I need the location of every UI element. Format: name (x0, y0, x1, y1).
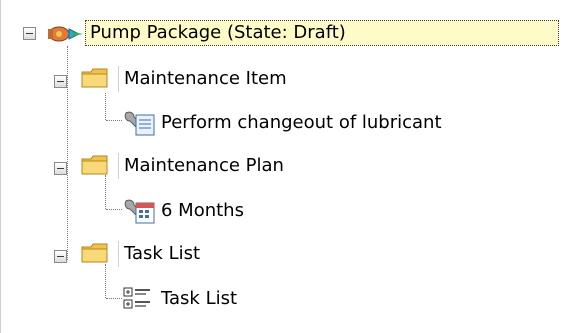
tree-item-label: Task List (161, 288, 238, 309)
tree-item-label: 6 Months (161, 200, 244, 221)
separator (118, 153, 119, 179)
tree-connector (106, 298, 122, 299)
task-list-icon (122, 286, 154, 317)
tree-item-label: Maintenance Item (124, 68, 287, 89)
folder-icon (80, 66, 110, 95)
tree-item-root[interactable]: Pump Package (State: Draft) (85, 20, 559, 46)
tree-item-maintenance-item[interactable]: Maintenance Item (124, 67, 287, 91)
maintenance-plan-icon (122, 197, 158, 230)
pump-package-icon (45, 23, 85, 48)
collapse-toggle-maintenance-item[interactable] (54, 75, 67, 88)
tree-item-task-list-child[interactable]: Task List (161, 287, 237, 311)
tree-connector (106, 209, 122, 210)
tree-item-label: Task List (124, 243, 201, 264)
tree-item-root-label: Pump Package (State: Draft) (90, 22, 346, 43)
tree-connector (106, 120, 122, 121)
separator (118, 241, 119, 267)
collapse-toggle-task-list[interactable] (54, 250, 67, 263)
tree-item-task-list[interactable]: Task List (124, 242, 200, 266)
tree-item-maintenance-plan[interactable]: Maintenance Plan (124, 154, 284, 178)
tree-panel: Pump Package (State: Draft) Maintenance … (0, 0, 583, 333)
tree-connector (105, 93, 106, 120)
folder-icon (80, 153, 110, 182)
separator (118, 66, 119, 92)
collapse-toggle-maintenance-plan[interactable] (54, 162, 67, 175)
maintenance-item-icon (122, 109, 158, 142)
tree-item-label: Maintenance Plan (124, 155, 284, 176)
tree-item-maintenance-plan-child[interactable]: 6 Months (161, 199, 244, 223)
folder-icon (80, 241, 110, 270)
tree-item-maintenance-item-child[interactable]: Perform changeout of lubricant (161, 111, 442, 135)
collapse-toggle-root[interactable] (23, 27, 36, 40)
tree-connector (67, 46, 68, 260)
tree-item-label: Perform changeout of lubricant (161, 112, 442, 133)
